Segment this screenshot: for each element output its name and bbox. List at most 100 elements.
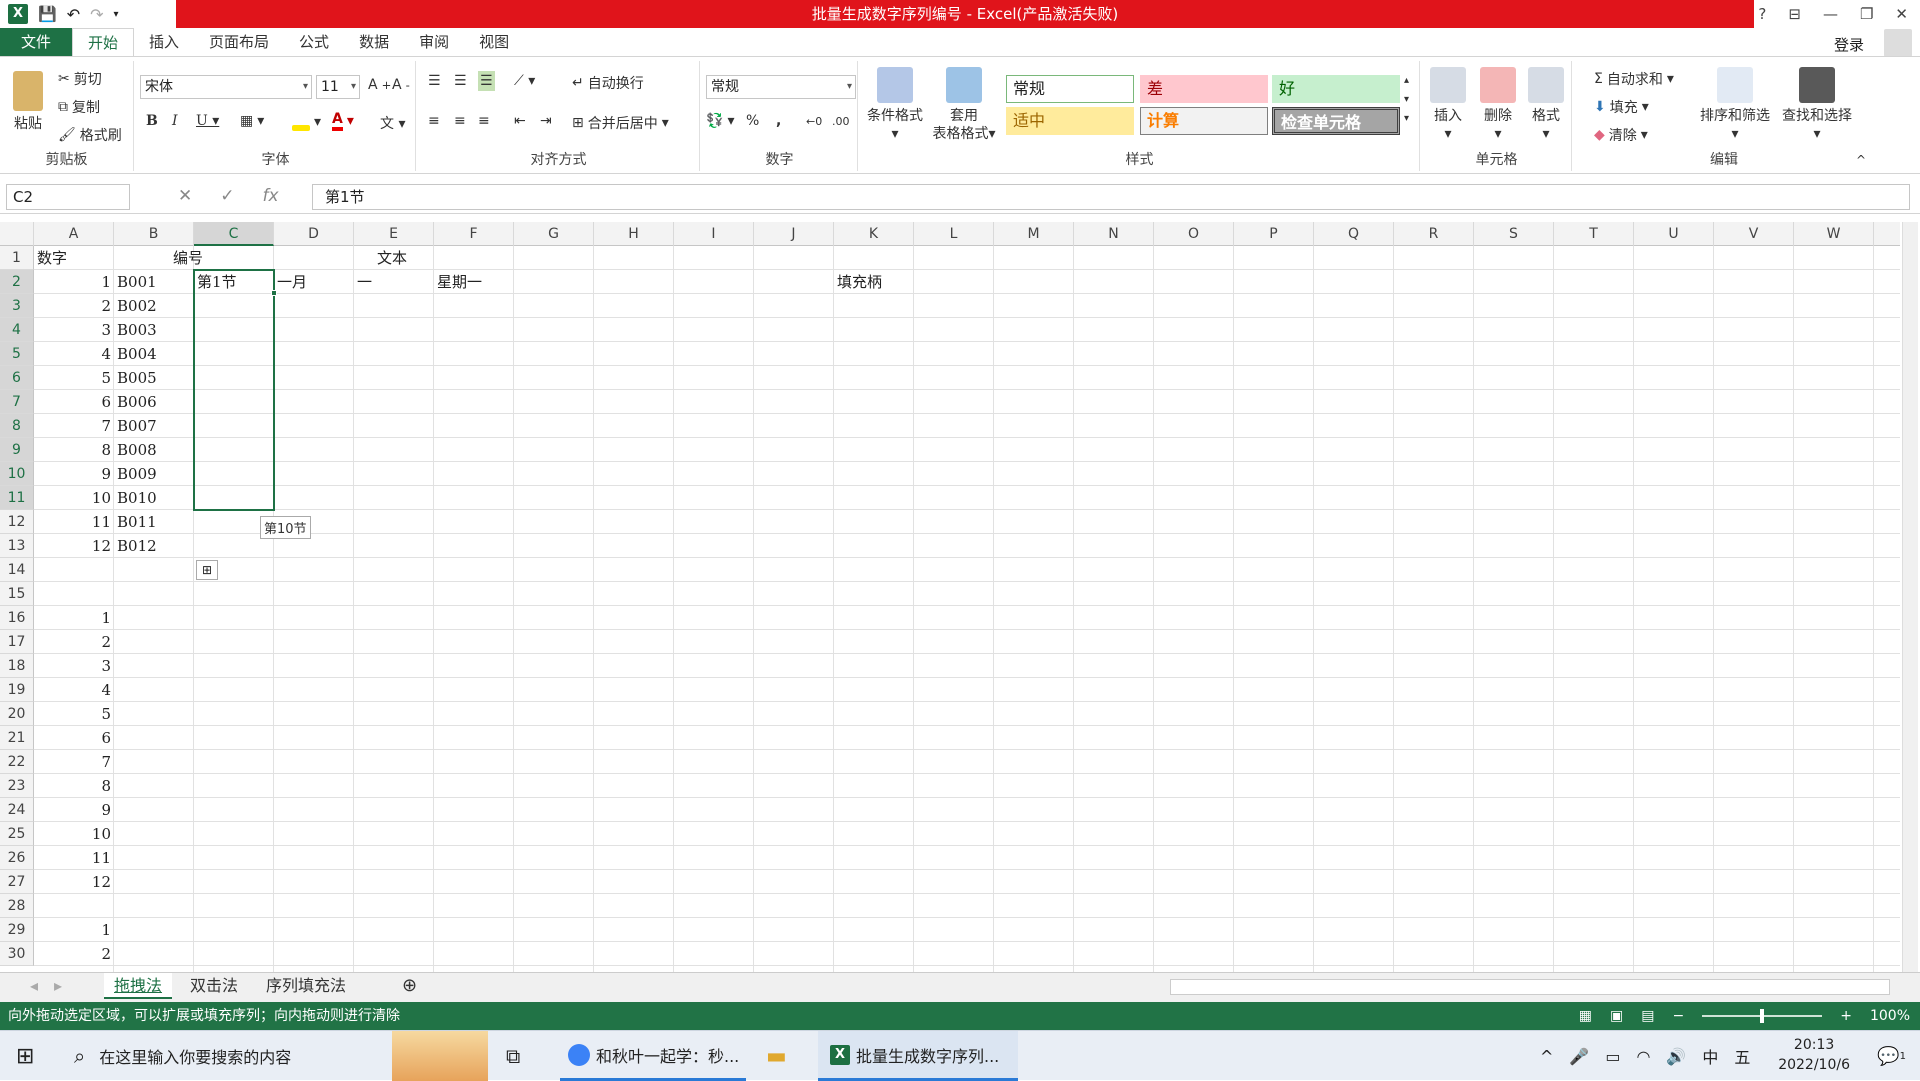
row-header-30[interactable]: 30 (0, 942, 34, 966)
windows-start-icon[interactable]: ⊞ (16, 1031, 34, 1081)
cell-b10[interactable]: B009 (114, 462, 160, 486)
page-layout-view-icon[interactable]: ▣ (1610, 1002, 1623, 1030)
cancel-icon[interactable]: ✕ (178, 186, 192, 206)
delete-cells-button[interactable]: 删除 ▾ (1476, 67, 1520, 143)
row-header-10[interactable]: 10 (0, 462, 34, 486)
column-header-h[interactable]: H (594, 222, 674, 246)
row-header-6[interactable]: 6 (0, 366, 34, 390)
cell-b3[interactable]: B002 (114, 294, 160, 318)
cell-a16[interactable]: 1 (34, 606, 114, 630)
cell-a25[interactable]: 10 (34, 822, 114, 846)
column-header-k[interactable]: K (834, 222, 914, 246)
column-header-r[interactable]: R (1394, 222, 1474, 246)
orientation-icon[interactable]: ⟋ ▾ (514, 73, 535, 89)
increase-indent-icon[interactable]: ⇥ (540, 113, 552, 129)
zoom-in-icon[interactable]: + (1840, 1002, 1852, 1030)
close-button[interactable]: ✕ (1895, 5, 1908, 23)
row-header-2[interactable]: 2 (0, 270, 34, 294)
cell-a30[interactable]: 2 (34, 942, 114, 966)
cell-a27[interactable]: 12 (34, 870, 114, 894)
volume-icon[interactable]: 🔊 (1666, 1047, 1686, 1066)
autofill-options-icon[interactable]: ⊞ (196, 560, 218, 580)
column-header-c[interactable]: C (194, 222, 274, 246)
increase-decimal-icon[interactable]: ←0 (806, 115, 822, 128)
horizontal-scrollbar[interactable] (1170, 979, 1890, 995)
row-header-7[interactable]: 7 (0, 390, 34, 414)
row-header-25[interactable]: 25 (0, 822, 34, 846)
cell-a7[interactable]: 6 (34, 390, 114, 414)
name-box[interactable]: C2 (6, 184, 130, 210)
cell-a4[interactable]: 3 (34, 318, 114, 342)
comma-button[interactable]: , (776, 113, 781, 129)
customize-qat-icon[interactable]: ▾ (114, 9, 119, 20)
cell-b4[interactable]: B003 (114, 318, 160, 342)
cell-grid[interactable]: 数字 编号 文本 1 B001 第1节 一月一星期一 填充柄 2 B002 3 B003 4 B004 5 B… (34, 246, 1900, 972)
tab-page-layout[interactable]: 页面布局 (194, 28, 284, 56)
cell-a20[interactable]: 5 (34, 702, 114, 726)
row-header-15[interactable]: 15 (0, 582, 34, 606)
cell-a18[interactable]: 3 (34, 654, 114, 678)
cell-a13[interactable]: 12 (34, 534, 114, 558)
border-button[interactable]: ▦ ▾ (240, 113, 264, 129)
avatar-icon[interactable] (1884, 29, 1912, 57)
microphone-icon[interactable]: 🎤 (1569, 1047, 1589, 1066)
column-header-j[interactable]: J (754, 222, 834, 246)
cell-a2[interactable]: 1 (34, 270, 114, 294)
decrease-indent-icon[interactable]: ⇤ (514, 113, 526, 129)
row-header-5[interactable]: 5 (0, 342, 34, 366)
column-header-q[interactable]: Q (1314, 222, 1394, 246)
sort-filter-button[interactable]: 排序和筛选 ▾ (1696, 67, 1774, 143)
cell-a9[interactable]: 8 (34, 438, 114, 462)
format-as-table-button[interactable]: 套用 表格格式▾ (930, 67, 998, 143)
cell-a11[interactable]: 10 (34, 486, 114, 510)
row-header-4[interactable]: 4 (0, 318, 34, 342)
bold-button[interactable]: B (146, 113, 158, 129)
column-header-d[interactable]: D (274, 222, 354, 246)
align-right-icon[interactable]: ≡ (478, 113, 490, 129)
tab-view[interactable]: 视图 (464, 28, 524, 56)
file-explorer-icon[interactable]: ▬ (766, 1031, 787, 1081)
zoom-level[interactable]: 100% (1870, 1002, 1910, 1030)
zoom-thumb[interactable] (1760, 1009, 1765, 1023)
conditional-format-button[interactable]: 条件格式 ▾ (864, 67, 926, 143)
column-header-e[interactable]: E (354, 222, 434, 246)
redo-icon[interactable]: ↷ (90, 5, 103, 24)
cell-a17[interactable]: 2 (34, 630, 114, 654)
cell-b5[interactable]: B004 (114, 342, 160, 366)
row-header-1[interactable]: 1 (0, 246, 34, 270)
row-header-22[interactable]: 22 (0, 750, 34, 774)
style-normal[interactable]: 常规 (1006, 75, 1134, 103)
row-header-23[interactable]: 23 (0, 774, 34, 798)
cell-b7[interactable]: B006 (114, 390, 160, 414)
font-color-button[interactable]: A ▾ (332, 111, 354, 131)
underline-button[interactable]: U ▾ (196, 113, 219, 129)
cell-a19[interactable]: 4 (34, 678, 114, 702)
wifi-icon[interactable]: ◠ (1636, 1047, 1650, 1066)
ime-indicator[interactable]: 中 (1702, 1044, 1718, 1068)
column-header-v[interactable]: V (1714, 222, 1794, 246)
row-header-16[interactable]: 16 (0, 606, 34, 630)
column-header-n[interactable]: N (1074, 222, 1154, 246)
cell-b9[interactable]: B008 (114, 438, 160, 462)
row-header-20[interactable]: 20 (0, 702, 34, 726)
column-header-a[interactable]: A (34, 222, 114, 246)
tab-data[interactable]: 数据 (344, 28, 404, 56)
next-sheet-icon[interactable]: ▸ (44, 973, 72, 999)
style-calculation[interactable]: 计算 (1140, 107, 1268, 135)
cell-e1[interactable]: 文本 (374, 246, 410, 270)
column-header-o[interactable]: O (1154, 222, 1234, 246)
ribbon-display-icon[interactable]: ⊟ (1788, 5, 1801, 23)
row-header-8[interactable]: 8 (0, 414, 34, 438)
formula-input[interactable]: 第1节 (312, 184, 1910, 210)
style-good[interactable]: 好 (1272, 75, 1400, 103)
fill-color-button[interactable]: ▾ (292, 113, 321, 131)
cell-a10[interactable]: 9 (34, 462, 114, 486)
row-header-29[interactable]: 29 (0, 918, 34, 942)
percent-button[interactable]: % (746, 113, 759, 129)
notification-icon[interactable]: 💬 1 (1877, 1031, 1906, 1081)
style-check-cell[interactable]: 检查单元格 (1272, 107, 1400, 135)
italic-button[interactable]: I (172, 113, 178, 129)
chevron-up-icon[interactable]: ^ (1540, 1047, 1553, 1066)
taskbar-search[interactable]: ⌕ 在这里输入你要搜索的内容 (74, 1031, 291, 1081)
cell-b12[interactable]: B011 (114, 510, 160, 534)
